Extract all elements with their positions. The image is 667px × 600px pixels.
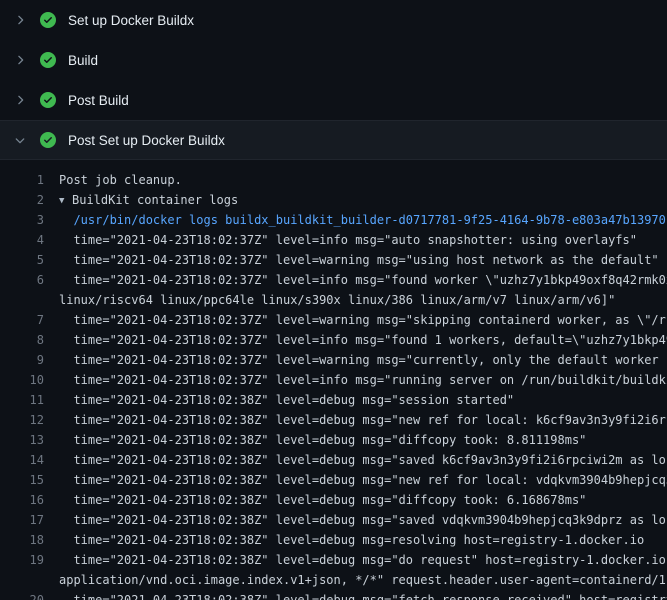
line-text: time="2021-04-23T18:02:38Z" level=debug … xyxy=(59,410,667,430)
log-line: 6 time="2021-04-23T18:02:37Z" level=info… xyxy=(0,270,667,290)
check-circle-icon xyxy=(40,132,56,148)
line-text: time="2021-04-23T18:02:37Z" level=info m… xyxy=(59,270,667,290)
line-number[interactable]: 19 xyxy=(0,550,44,570)
step-section-label: Build xyxy=(68,53,98,68)
line-number[interactable] xyxy=(0,290,44,310)
line-text: time="2021-04-23T18:02:38Z" level=debug … xyxy=(59,450,667,470)
line-number[interactable]: 6 xyxy=(0,270,44,290)
log-line: 8 time="2021-04-23T18:02:37Z" level=info… xyxy=(0,330,667,350)
step-section-header[interactable]: Build xyxy=(0,40,667,80)
chevron-icon[interactable] xyxy=(12,132,28,148)
step-section-label: Post Set up Docker Buildx xyxy=(68,133,225,148)
line-text: time="2021-04-23T18:02:37Z" level=warnin… xyxy=(59,350,667,370)
step-section-label: Post Build xyxy=(68,93,129,108)
log-area: 1 Post job cleanup. 2 ▼BuildKit containe… xyxy=(0,160,667,600)
line-text: time="2021-04-23T18:02:38Z" level=debug … xyxy=(59,530,644,550)
chevron-icon[interactable] xyxy=(12,12,28,28)
log-line: 19 time="2021-04-23T18:02:38Z" level=deb… xyxy=(0,550,667,570)
line-text: Post job cleanup. xyxy=(59,170,182,190)
chevron-icon[interactable] xyxy=(12,52,28,68)
line-text: time="2021-04-23T18:02:38Z" level=debug … xyxy=(59,590,667,600)
line-number[interactable]: 20 xyxy=(0,590,44,600)
check-circle-icon xyxy=(40,52,56,68)
line-number[interactable]: 9 xyxy=(0,350,44,370)
log-line: linux/riscv64 linux/ppc64le linux/s390x … xyxy=(0,290,667,310)
line-number[interactable] xyxy=(0,570,44,590)
chevron-icon[interactable] xyxy=(12,92,28,108)
log-line: 1 Post job cleanup. xyxy=(0,170,667,190)
log-line: 5 time="2021-04-23T18:02:37Z" level=warn… xyxy=(0,250,667,270)
log-line: 12 time="2021-04-23T18:02:38Z" level=deb… xyxy=(0,410,667,430)
group-toggle-icon[interactable]: ▼ xyxy=(59,191,72,211)
line-text: time="2021-04-23T18:02:37Z" level=info m… xyxy=(59,230,637,250)
step-section-header[interactable]: Post Build xyxy=(0,80,667,120)
line-number[interactable]: 13 xyxy=(0,430,44,450)
line-text: time="2021-04-23T18:02:38Z" level=debug … xyxy=(59,470,667,490)
log-line: 16 time="2021-04-23T18:02:38Z" level=deb… xyxy=(0,490,667,510)
step-section-header[interactable]: Set up Docker Buildx xyxy=(0,0,667,40)
line-number[interactable]: 7 xyxy=(0,310,44,330)
line-number[interactable]: 5 xyxy=(0,250,44,270)
log-line: 7 time="2021-04-23T18:02:37Z" level=warn… xyxy=(0,310,667,330)
line-number[interactable]: 1 xyxy=(0,170,44,190)
log-line: 10 time="2021-04-23T18:02:37Z" level=inf… xyxy=(0,370,667,390)
line-number[interactable]: 16 xyxy=(0,490,44,510)
line-text: application/vnd.oci.image.index.v1+json,… xyxy=(59,570,667,590)
line-number[interactable]: 8 xyxy=(0,330,44,350)
line-text: time="2021-04-23T18:02:37Z" level=warnin… xyxy=(59,310,667,330)
line-number[interactable]: 10 xyxy=(0,370,44,390)
line-number[interactable]: 14 xyxy=(0,450,44,470)
log-line: 14 time="2021-04-23T18:02:38Z" level=deb… xyxy=(0,450,667,470)
line-text: time="2021-04-23T18:02:38Z" level=debug … xyxy=(59,430,586,450)
log-line: 20 time="2021-04-23T18:02:38Z" level=deb… xyxy=(0,590,667,600)
line-text: time="2021-04-23T18:02:37Z" level=info m… xyxy=(59,330,667,350)
log-line: 2 ▼BuildKit container logs xyxy=(0,190,667,210)
log-line: 11 time="2021-04-23T18:02:38Z" level=deb… xyxy=(0,390,667,410)
line-text: linux/riscv64 linux/ppc64le linux/s390x … xyxy=(59,290,615,310)
check-circle-icon xyxy=(40,92,56,108)
line-text: time="2021-04-23T18:02:37Z" level=warnin… xyxy=(59,250,659,270)
line-number[interactable]: 11 xyxy=(0,390,44,410)
line-text: ▼BuildKit container logs xyxy=(59,190,238,210)
check-circle-icon xyxy=(40,12,56,28)
step-section-label: Set up Docker Buildx xyxy=(68,13,194,28)
actions-log-viewer: Set up Docker Buildx Build Post Build xyxy=(0,0,667,600)
line-number[interactable]: 4 xyxy=(0,230,44,250)
step-section-header[interactable]: Post Set up Docker Buildx xyxy=(0,120,667,160)
line-text: time="2021-04-23T18:02:38Z" level=debug … xyxy=(59,490,586,510)
line-number[interactable]: 15 xyxy=(0,470,44,490)
line-number[interactable]: 2 xyxy=(0,190,44,210)
log-line: 3 /usr/bin/docker logs buildx_buildkit_b… xyxy=(0,210,667,230)
line-number[interactable]: 3 xyxy=(0,210,44,230)
line-text: time="2021-04-23T18:02:37Z" level=info m… xyxy=(59,370,667,390)
log-line: 9 time="2021-04-23T18:02:37Z" level=warn… xyxy=(0,350,667,370)
log-line: 4 time="2021-04-23T18:02:37Z" level=info… xyxy=(0,230,667,250)
log-line: 17 time="2021-04-23T18:02:38Z" level=deb… xyxy=(0,510,667,530)
log-line: 15 time="2021-04-23T18:02:38Z" level=deb… xyxy=(0,470,667,490)
line-text: time="2021-04-23T18:02:38Z" level=debug … xyxy=(59,510,667,530)
line-number[interactable]: 18 xyxy=(0,530,44,550)
log-line: 13 time="2021-04-23T18:02:38Z" level=deb… xyxy=(0,430,667,450)
line-text: time="2021-04-23T18:02:38Z" level=debug … xyxy=(59,390,514,410)
log-line: 18 time="2021-04-23T18:02:38Z" level=deb… xyxy=(0,530,667,550)
line-text: /usr/bin/docker logs buildx_buildkit_bui… xyxy=(59,210,666,230)
line-number[interactable]: 12 xyxy=(0,410,44,430)
step-sections: Set up Docker Buildx Build Post Build xyxy=(0,0,667,160)
line-text: time="2021-04-23T18:02:38Z" level=debug … xyxy=(59,550,667,570)
log-line: application/vnd.oci.image.index.v1+json,… xyxy=(0,570,667,590)
line-number[interactable]: 17 xyxy=(0,510,44,530)
